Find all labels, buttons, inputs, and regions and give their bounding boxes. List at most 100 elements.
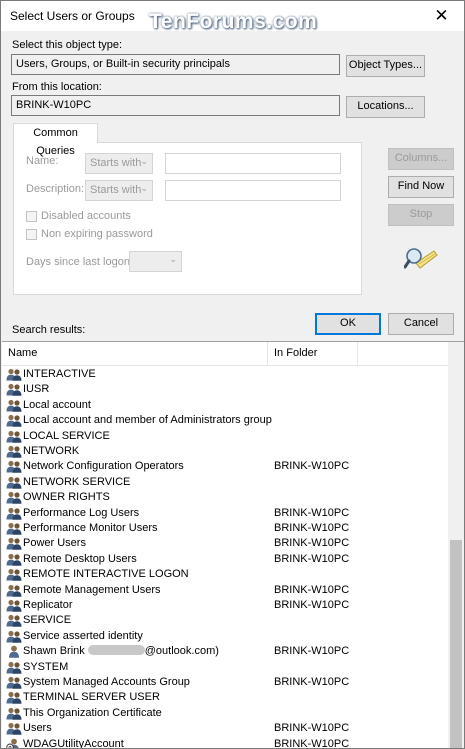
table-row[interactable]: Users BRINK-W10PC [2,721,448,736]
table-row[interactable]: SYSTEM [2,660,448,675]
table-row[interactable]: Shawn Brink @outlook.com) BRINK-W10PC [2,644,448,659]
row-name: Network Configuration Operators [23,459,184,474]
common-queries-panel: Name: Starts with ⌄ Description: Starts … [13,142,362,295]
table-row[interactable]: TERMINAL SERVER USER [2,690,448,705]
search-results-list[interactable]: Name In Folder INTERACTIVE IUSR Local acco… [2,341,464,749]
row-name-text: LOCAL SERVICE [23,429,110,442]
table-row[interactable]: NETWORK [2,444,448,459]
scrollbar-thumb[interactable] [450,540,462,748]
table-row[interactable]: INTERACTIVE [2,367,448,382]
row-name: Shawn Brink @outlook.com) [23,644,219,659]
row-folder: BRINK-W10PC [274,522,350,534]
group-icon [6,568,22,581]
row-name: Remote Management Users [23,583,161,598]
table-row[interactable]: LOCAL SERVICE [2,429,448,444]
table-row[interactable]: Local account and member of Administrato… [2,413,448,428]
row-name-text: NETWORK SERVICE [23,475,131,488]
description-input[interactable] [165,180,341,201]
title-bar[interactable]: Select Users or Groups TenForums.com ✕ [1,1,464,33]
row-name: SERVICE [23,613,71,628]
row-name-text: Remote Management Users [23,583,161,596]
row-name-text: SYSTEM [23,660,69,673]
table-row[interactable]: Remote Management Users BRINK-W10PC [2,583,448,598]
results-header: Name In Folder [2,342,448,366]
location-label: From this location: [12,81,102,93]
table-row[interactable]: Service asserted identity [2,629,448,644]
ok-button[interactable]: OK [315,313,381,335]
row-name-text: SERVICE [23,614,72,627]
row-name-text: REMOTE INTERACTIVE LOGON [23,568,189,581]
column-header-name[interactable]: Name [2,342,268,366]
locations-button[interactable]: Locations... [346,96,425,118]
table-row[interactable]: NETWORK SERVICE [2,475,448,490]
description-label: Description: [26,183,85,195]
row-name: REMOTE INTERACTIVE LOGON [23,567,189,582]
row-name: This Organization Certificate [23,706,162,721]
row-name: SYSTEM [23,660,68,675]
row-folder: BRINK-W10PC [274,737,350,749]
row-name-text: INTERACTIVE [23,368,96,380]
row-name: NETWORK [23,444,79,459]
row-name-text: Remote Desktop Users [23,552,137,565]
name-input[interactable] [165,153,341,174]
row-name: Local account [23,398,91,413]
close-button[interactable]: ✕ [419,1,464,31]
name-mode-value: Starts with [90,157,142,169]
find-now-button[interactable]: Find Now [388,176,454,198]
non-expiring-password-label: Non expiring password [41,228,153,240]
group-icon [6,722,22,735]
group-icon [6,414,22,427]
row-folder: BRINK-W10PC [274,645,350,658]
object-types-button[interactable]: Object Types... [346,55,425,77]
row-name-text: Users [23,722,52,735]
group-icon [6,522,22,535]
row-name: IUSR [23,382,49,397]
non-expiring-password-checkbox[interactable] [26,229,37,240]
search-magnifier-icon [404,248,438,269]
row-name: LOCAL SERVICE [23,429,110,444]
table-row[interactable]: IUSR [2,382,448,397]
row-name-text: WDAGUtilityAccount [23,737,124,749]
table-row[interactable]: WDAGUtilityAccount BRINK-W10PC [2,737,448,749]
row-name: Local account and member of Administrato… [23,413,272,428]
row-name: Service asserted identity [23,629,143,644]
description-mode-select[interactable]: Starts with ⌄ [85,180,153,201]
row-name: Replicator [23,598,73,613]
table-row[interactable]: Performance Log Users BRINK-W10PC [2,506,448,521]
vertical-scrollbar[interactable] [448,342,464,748]
table-row[interactable]: Local account [2,398,448,413]
row-name-text: NETWORK [23,445,80,457]
tab-common-queries[interactable]: Common Queries [13,123,98,157]
columns-button[interactable]: Columns... [388,148,454,170]
days-since-logon-label: Days since last logon: [26,256,133,268]
row-name-suffix: @outlook.com) [144,645,219,658]
group-icon [6,430,22,443]
days-since-logon-select[interactable]: ⌄ [129,251,182,272]
table-row[interactable]: Network Configuration Operators BRINK-W10… [2,459,448,474]
row-folder: BRINK-W10PC [274,583,350,596]
row-name: NETWORK SERVICE [23,475,130,490]
table-row[interactable]: SERVICE [2,613,448,628]
group-icon [6,491,22,504]
cancel-button[interactable]: Cancel [388,313,454,335]
group-icon [6,445,22,458]
row-name: INTERACTIVE [23,367,96,382]
table-row[interactable]: REMOTE INTERACTIVE LOGON [2,567,448,582]
table-row[interactable]: System Managed Accounts Group BRINK-W10PC [2,675,448,690]
table-row[interactable]: Performance Monitor Users BRINK-W10PC [2,521,448,536]
stop-button[interactable]: Stop [388,204,454,226]
table-row[interactable]: Replicator BRINK-W10PC [2,598,448,613]
disabled-accounts-checkbox[interactable] [26,211,37,222]
table-row[interactable]: OWNER RIGHTS [2,490,448,505]
group-icon [6,691,22,705]
column-header-in-folder[interactable]: In Folder [268,342,358,366]
group-icon [6,537,22,551]
table-row[interactable]: Power Users BRINK-W10PC [2,536,448,551]
group-icon [6,507,22,520]
table-row[interactable]: Remote Desktop Users BRINK-W10PC [2,552,448,567]
group-icon [6,584,22,597]
select-users-dialog: Select Users or Groups TenForums.com ✕ S… [0,0,465,749]
row-name-text: Performance Log Users [23,506,140,519]
name-mode-select[interactable]: Starts with ⌄ [85,153,153,174]
table-row[interactable]: This Organization Certificate [2,706,448,721]
